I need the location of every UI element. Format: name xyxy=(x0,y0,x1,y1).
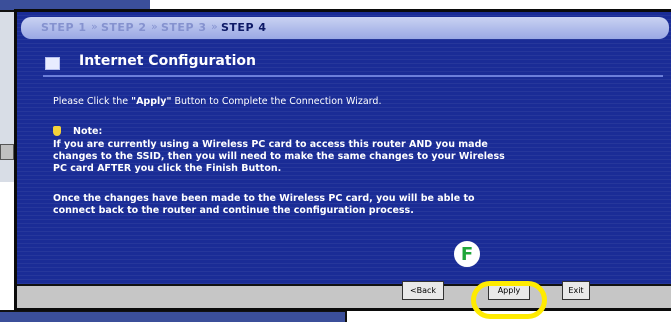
note-hand-icon xyxy=(53,126,61,136)
folder-icon xyxy=(45,57,60,70)
note-line: changes to the SSID, then you will need … xyxy=(53,151,505,162)
background-window-button xyxy=(0,144,14,160)
instruction-prefix: Please Click the xyxy=(53,96,132,107)
back-button[interactable]: <Back xyxy=(402,281,444,300)
note-line: Once the changes have been made to the W… xyxy=(53,193,475,204)
exit-button[interactable]: Exit xyxy=(562,281,590,300)
note-label: Note: xyxy=(73,126,103,137)
step-1: STEP 1 xyxy=(41,21,87,34)
step-separator: » xyxy=(211,20,218,33)
instruction-suffix: Button to Complete the Connection Wizard… xyxy=(171,96,382,107)
note-line: If you are currently using a Wireless PC… xyxy=(53,139,488,150)
instruction-apply-emphasis: "Apply" xyxy=(131,96,172,107)
step-progress-bar: STEP 1 » STEP 2 » STEP 3 » STEP 4 xyxy=(21,17,669,39)
callout-marker: F xyxy=(454,241,480,267)
title-divider xyxy=(43,75,663,77)
wizard-panel: STEP 1 » STEP 2 » STEP 3 » STEP 4 Intern… xyxy=(14,9,671,311)
step-separator: » xyxy=(91,20,98,33)
apply-highlight-ring xyxy=(471,281,547,319)
instruction-text: Please Click the "Apply" Button to Compl… xyxy=(53,96,381,107)
note-line: PC card AFTER you click the Finish Butto… xyxy=(53,163,282,174)
step-4-current: STEP 4 xyxy=(221,21,267,34)
step-separator: » xyxy=(151,20,158,33)
step-2: STEP 2 xyxy=(101,21,147,34)
page-title: Internet Configuration xyxy=(79,53,256,69)
step-3: STEP 3 xyxy=(161,21,207,34)
background-window-lower xyxy=(0,310,347,322)
note-line: connect back to the router and continue … xyxy=(53,205,414,216)
